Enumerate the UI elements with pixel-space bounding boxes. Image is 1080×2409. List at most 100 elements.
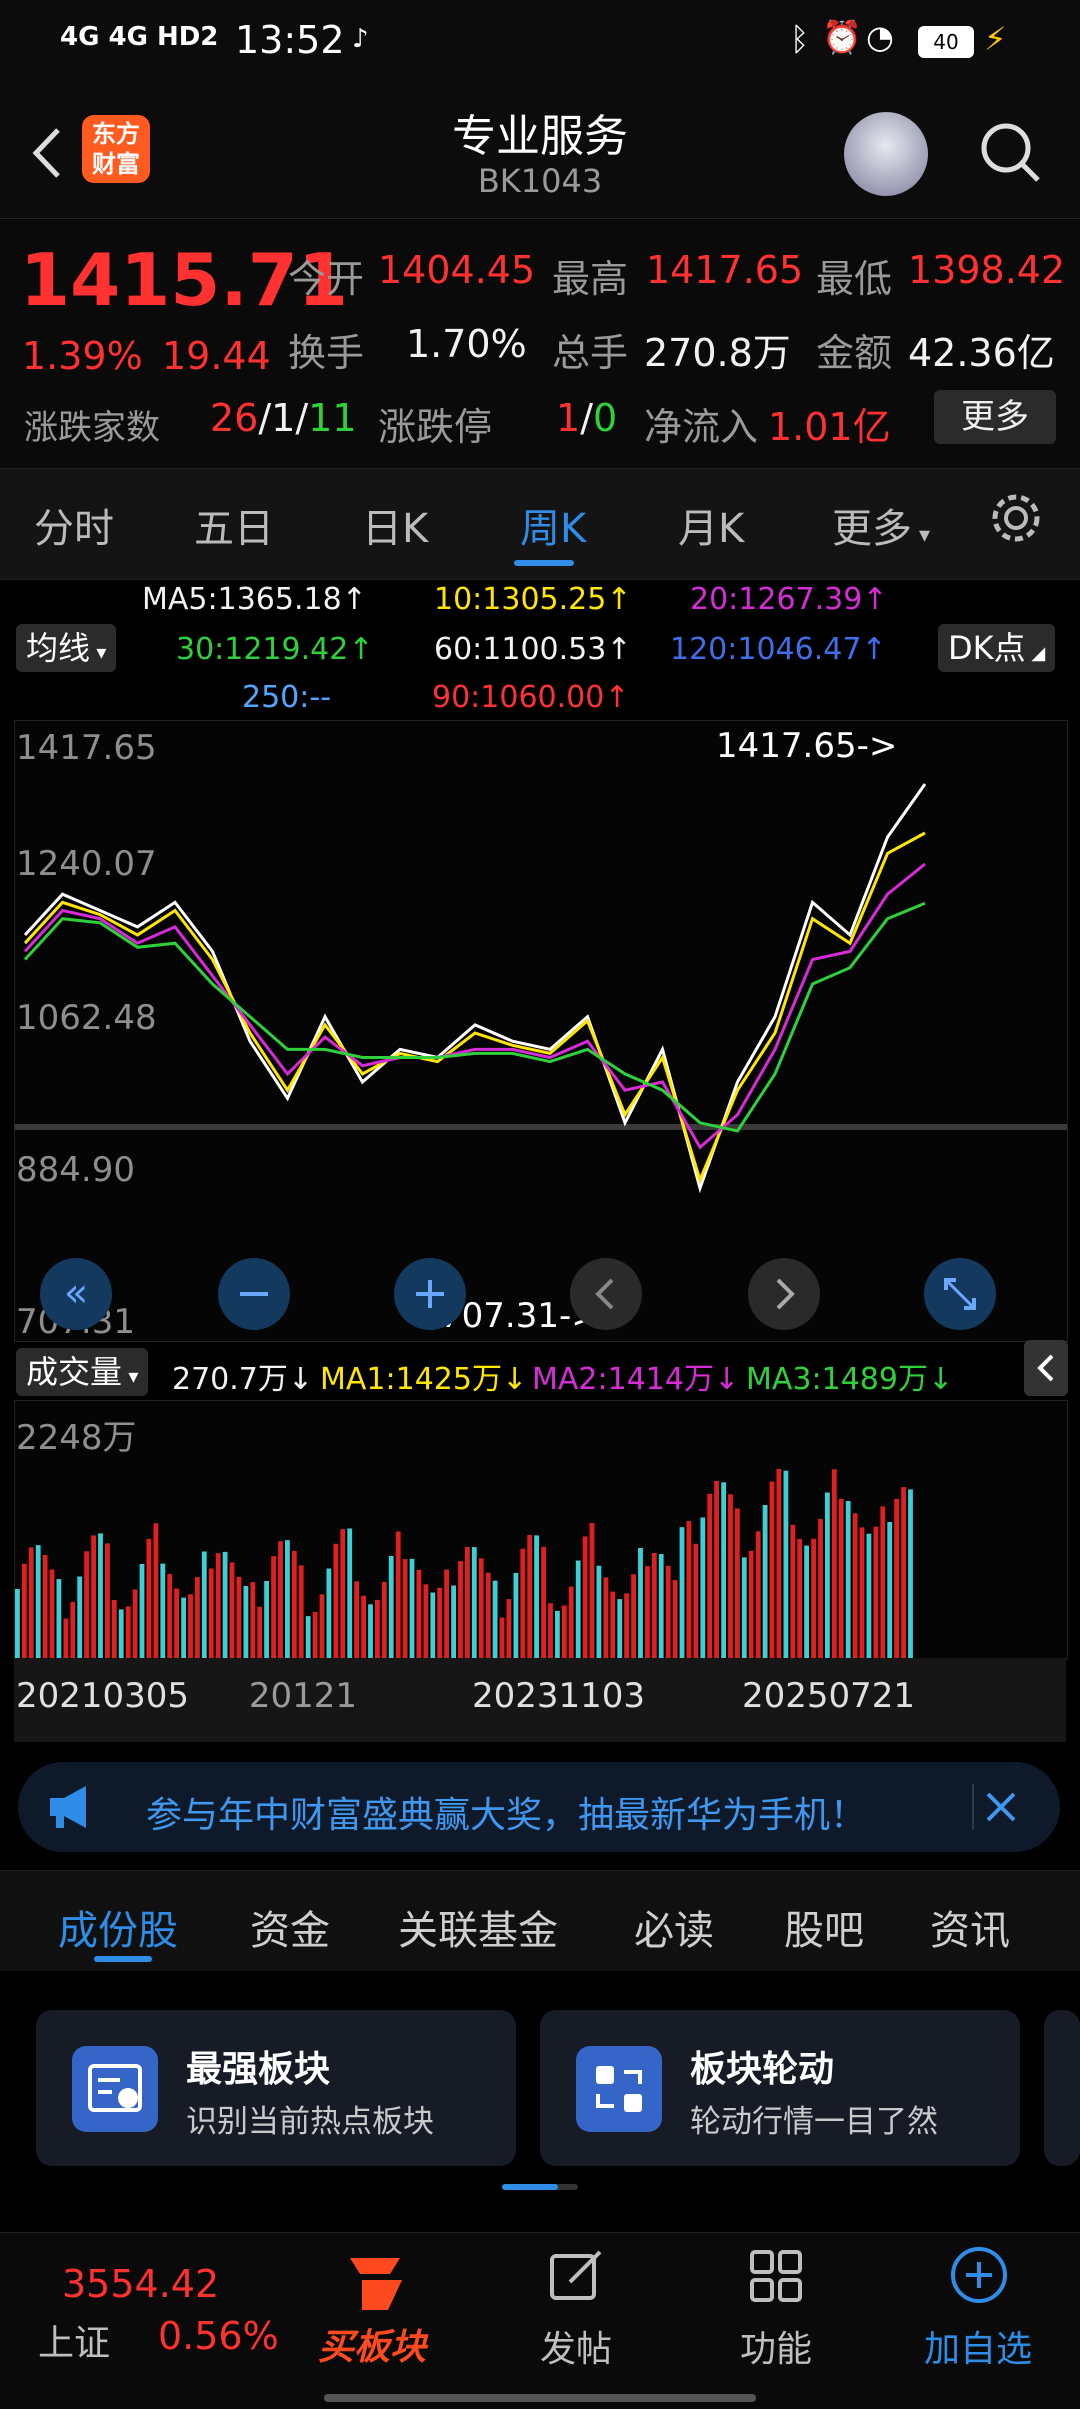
volume-bar [527, 1535, 533, 1659]
zoom-in-button[interactable] [394, 1258, 466, 1330]
volume-bar [679, 1527, 685, 1659]
ma-line-ma20 [23, 862, 926, 1150]
collapse-panel-button[interactable] [1024, 1340, 1068, 1396]
volume-bar [513, 1573, 519, 1659]
volume-bar [354, 1581, 359, 1659]
volume-bar [769, 1481, 775, 1659]
kline-chart[interactable] [14, 720, 1068, 1342]
functions-icon[interactable] [746, 2246, 806, 2306]
robot-assistant-icon[interactable] [844, 112, 928, 196]
volume-bar [160, 1563, 166, 1659]
volume-bar [42, 1555, 48, 1659]
tab-related-funds[interactable]: 关联基金 [398, 1898, 558, 1956]
x-tick-3: 20231103 [472, 1676, 646, 1716]
add-watchlist-icon[interactable] [948, 2244, 1010, 2306]
volume-bar [804, 1545, 809, 1659]
tab-daily-k[interactable]: 日K [362, 496, 428, 554]
volume-bar [818, 1518, 823, 1659]
prev-button[interactable] [570, 1258, 642, 1330]
turnover-label: 换手 [288, 331, 365, 375]
more-button[interactable]: 更多 [934, 390, 1056, 444]
volume-bar [700, 1517, 706, 1659]
volume-bar [728, 1494, 733, 1659]
amount-label: 金额 [816, 331, 893, 375]
tab-forum[interactable]: 股吧 [784, 1898, 864, 1956]
ma20-legend: 20:1267.39↑ [690, 582, 888, 617]
tab-monthly-k[interactable]: 月K [678, 496, 744, 554]
volume-value: 270.8万 [644, 331, 791, 375]
tab-intraday[interactable]: 分时 [34, 496, 114, 554]
volume-bar [15, 1589, 20, 1659]
post-icon[interactable] [546, 2246, 606, 2306]
volume-bar [375, 1599, 380, 1659]
battery-icon: 40 [918, 26, 974, 58]
volume-selector[interactable]: 成交量 ▾ [16, 1348, 149, 1396]
amount-value: 42.36亿 [908, 331, 1055, 375]
volume-bar [347, 1528, 353, 1659]
tab-more[interactable]: 更多 ▾ [832, 496, 930, 554]
index-name[interactable]: 上证 [38, 2314, 110, 2366]
ma-selector[interactable]: 均线 ▾ [16, 624, 117, 672]
volume-bar [28, 1547, 34, 1659]
fullscreen-icon[interactable] [924, 1258, 996, 1330]
banner-close-icon[interactable] [972, 1784, 1020, 1830]
volume-bar [395, 1531, 401, 1659]
add-watchlist-label[interactable]: 加自选 [918, 2320, 1038, 2372]
volume-bar [305, 1616, 311, 1659]
tab-weekly-k[interactable]: 周K [520, 496, 586, 554]
home-indicator [324, 2394, 756, 2402]
card-sector-rotation[interactable]: 板块轮动 轮动行情一目了然 [540, 2010, 1020, 2166]
volume-bar [458, 1561, 463, 1659]
volume-bar [278, 1541, 283, 1659]
ma120-legend: 120:1046.47↑ [670, 632, 887, 667]
volume-bar [236, 1576, 242, 1659]
y-tick-2: 1240.07 [16, 844, 157, 884]
high-label: 最高 [552, 257, 629, 301]
tab-funds[interactable]: 资金 [250, 1898, 330, 1956]
volume-bar [845, 1501, 851, 1659]
volume-bar [478, 1558, 484, 1659]
card-partial[interactable] [1044, 2010, 1080, 2166]
open-value: 1404.45 [378, 248, 536, 292]
scroll-left-button[interactable]: « [40, 1258, 112, 1330]
volume-bar [859, 1527, 865, 1659]
volume-bar [506, 1599, 512, 1659]
settings-gear-icon[interactable] [988, 490, 1044, 546]
volume-bar [714, 1481, 719, 1659]
volume-bar [229, 1562, 235, 1659]
index-change[interactable]: 0.56% [158, 2314, 279, 2358]
ma90-legend: 90:1060.00↑ [432, 680, 630, 715]
tab-five-day[interactable]: 五日 [194, 496, 274, 554]
buy-sector-label[interactable]: 买板块 [318, 2318, 426, 2370]
tab-must-read[interactable]: 必读 [634, 1898, 714, 1956]
tab-news[interactable]: 资讯 [930, 1898, 1010, 1956]
dk-point-button[interactable]: DK点 ◢ [938, 624, 1056, 672]
volume-current: 270.7万↓ [172, 1362, 314, 1397]
card-subtitle: 识别当前热点板块 [186, 2104, 434, 2140]
search-icon[interactable] [976, 118, 1046, 188]
volume-bar [56, 1579, 62, 1659]
zoom-out-button[interactable] [218, 1258, 290, 1330]
post-label[interactable]: 发帖 [516, 2320, 636, 2372]
buy-sector-icon[interactable] [340, 2250, 414, 2316]
volume-chart[interactable] [14, 1400, 1068, 1660]
volume-bar [451, 1585, 456, 1659]
functions-label[interactable]: 功能 [716, 2320, 836, 2372]
banner-text[interactable]: 参与年中财富盛典赢大奖，抽最新华为手机！ [146, 1786, 866, 1838]
turnover-value: 1.70% [406, 322, 527, 366]
tab-constituents[interactable]: 成份股 [58, 1898, 178, 1956]
volume-bar [582, 1536, 588, 1659]
volume-bar [139, 1564, 145, 1659]
max-price-marker: 1417.65-> [716, 726, 898, 766]
content-tab-underline [94, 1956, 152, 1962]
volume-bar [548, 1603, 553, 1659]
next-button[interactable] [748, 1258, 820, 1330]
volume-bar [755, 1531, 761, 1659]
volume-bar [887, 1522, 893, 1659]
card-strongest-sector[interactable]: 最强板块 识别当前热点板块 [36, 2010, 516, 2166]
index-value[interactable]: 3554.42 [62, 2262, 219, 2306]
volume-bar [215, 1553, 221, 1659]
volume-bar [568, 1586, 574, 1659]
volume-bar [201, 1551, 207, 1659]
card-subtitle: 轮动行情一目了然 [690, 2104, 938, 2140]
